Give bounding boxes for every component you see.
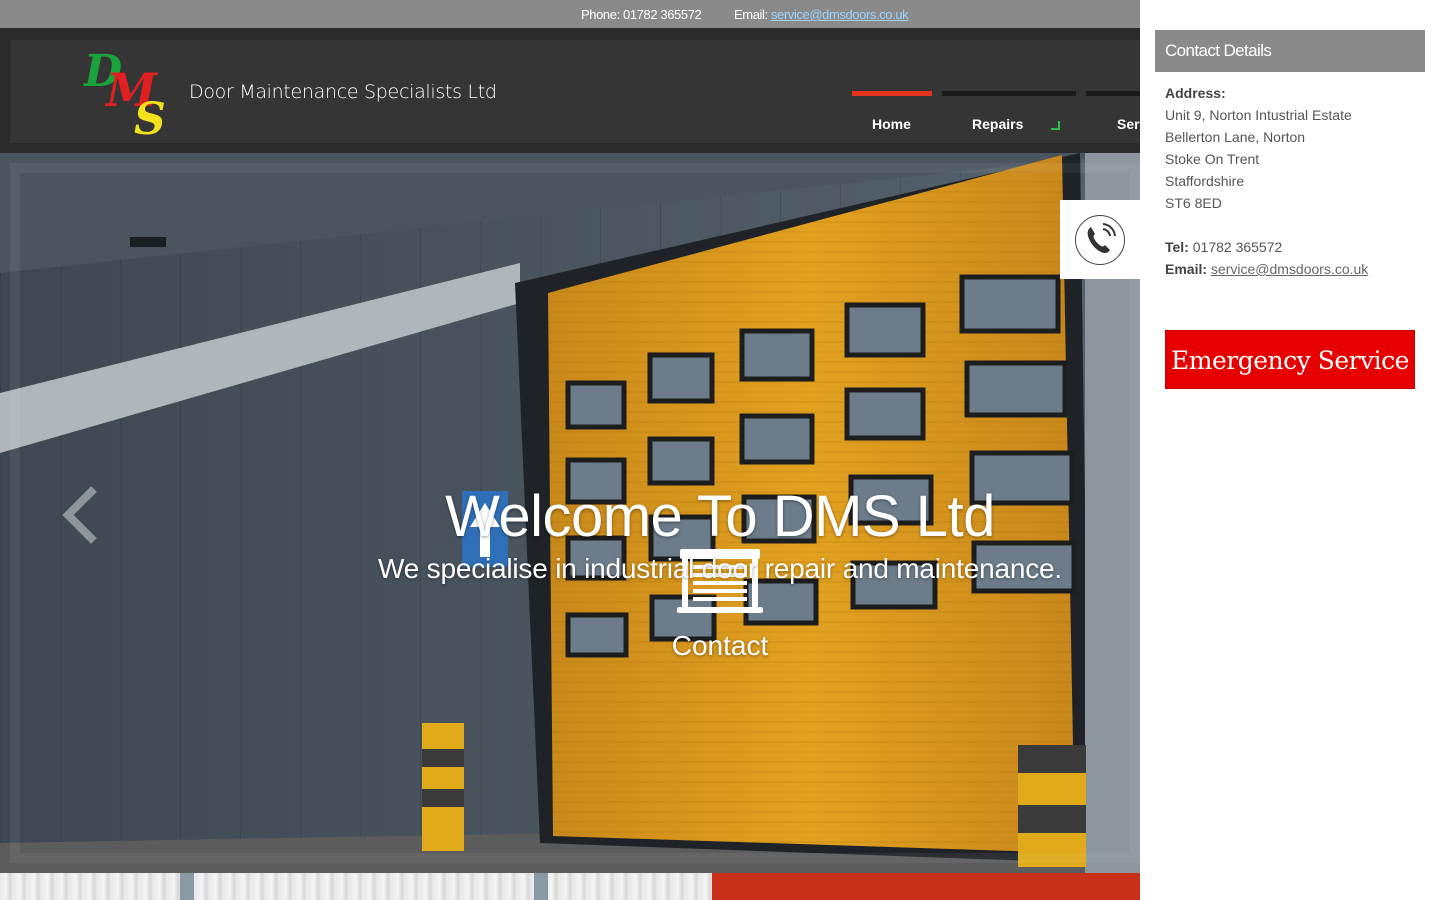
contact-side-panel: Contact Details Address: Unit 9, Norton …: [1140, 0, 1440, 900]
tel-value: 01782 365572: [1192, 239, 1283, 255]
website-area: Phone: 01782 365572 Email: service@dmsdo…: [0, 0, 1140, 900]
preview-image-left: [0, 873, 712, 900]
nav-item-repairs[interactable]: Repairs: [972, 116, 1023, 132]
logo-letter-s: S: [134, 94, 166, 138]
site-header: D M S Door Maintenance Specialists Ltd H…: [10, 40, 1140, 143]
topbar-phone: Phone: 01782 365572: [581, 7, 702, 22]
topbar-email-link[interactable]: service@dmsdoors.co.uk: [771, 7, 909, 22]
company-name: Door Maintenance Specialists Ltd: [189, 81, 497, 103]
address-label-line: Address:: [1165, 85, 1226, 101]
address-line: Staffordshire: [1165, 173, 1245, 189]
call-tab-button[interactable]: [1060, 200, 1140, 279]
address-line: Bellerton Lane, Norton: [1165, 129, 1306, 145]
address-label: Address:: [1165, 85, 1226, 101]
hero-subtitle: We specialise in industrial door repair …: [377, 553, 1062, 584]
address-line: ST6 8ED: [1165, 195, 1222, 211]
dropdown-caret-icon[interactable]: [1051, 121, 1060, 130]
preview-post: [180, 873, 194, 900]
tel-line: Tel: 01782 365572: [1165, 239, 1282, 255]
address-line: Unit 9, Norton Intustrial Estate: [1165, 107, 1352, 123]
emergency-service-button[interactable]: Emergency Service: [1165, 330, 1415, 389]
nav-indicator-repairs: [942, 91, 1076, 96]
topbar-email-label: Email:: [734, 7, 768, 22]
preview-post: [534, 873, 548, 900]
nav-item-home[interactable]: Home: [872, 116, 911, 132]
topbar-email: Email: service@dmsdoors.co.uk: [734, 7, 909, 22]
email-label: Email:: [1165, 261, 1208, 277]
hero-contact-button[interactable]: Contact: [640, 630, 800, 662]
top-contact-bar: Phone: 01782 365572 Email: service@dmsdo…: [0, 0, 1140, 28]
dms-logo[interactable]: D M S: [82, 46, 182, 138]
panel-email-link[interactable]: service@dmsdoors.co.uk: [1211, 261, 1368, 277]
nav-indicator-services: [1086, 91, 1140, 96]
phone-icon: [1087, 223, 1116, 254]
preview-panel-right: [712, 873, 1140, 900]
email-line: Email: service@dmsdoors.co.uk: [1165, 261, 1368, 277]
hero-title: Welcome To DMS Ltd: [445, 484, 995, 549]
phone-icon-circle: [1075, 215, 1125, 265]
address-line: Stoke On Trent: [1165, 151, 1260, 167]
nav-indicator-home-active: [852, 91, 932, 96]
next-section-preview: [0, 873, 1140, 900]
tel-label: Tel:: [1165, 239, 1189, 255]
panel-title: Contact Details: [1155, 30, 1425, 72]
nav-item-services[interactable]: Ser: [1117, 116, 1140, 132]
